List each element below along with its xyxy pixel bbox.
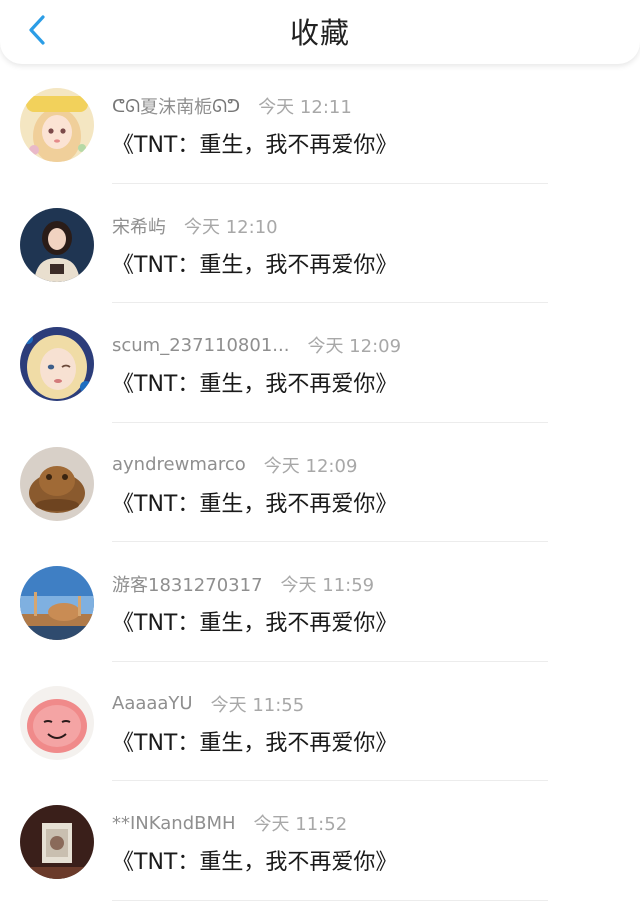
avatar[interactable] (20, 207, 94, 282)
avatar[interactable] (20, 685, 94, 760)
timestamp: 今天 12:09 (263, 455, 358, 477)
avatar[interactable] (20, 805, 94, 879)
favorites-list: ᕦᘏ 夏沫南栀 ᘏᕤ 今天 12:11 《TNT：重生，我不再爱你》 宋希屿 今… (0, 64, 640, 901)
avatar[interactable] (20, 566, 94, 640)
item-meta: AaaaaYU 今天 11:55 (112, 692, 304, 716)
username[interactable]: 宋希屿 (112, 213, 166, 239)
list-item[interactable]: AaaaaYU 今天 11:55 《TNT：重生，我不再爱你》 (0, 662, 640, 781)
list-item[interactable]: ayndrewmarco 今天 12:09 《TNT：重生，我不再爱你》 (0, 423, 640, 542)
username[interactable]: 游客1831270317 (112, 571, 263, 597)
favorite-title[interactable]: 《TNT：重生，我不再爱你》 (112, 725, 397, 757)
username[interactable]: **INKandBMH (112, 813, 236, 834)
item-meta: **INKandBMH 今天 11:52 (112, 811, 348, 836)
avatar[interactable] (20, 327, 94, 401)
list-item[interactable]: 游客1831270317 今天 11:59 《TNT：重生，我不再爱你》 (0, 542, 640, 662)
timestamp: 今天 11:52 (253, 814, 348, 835)
item-meta: 宋希屿 今天 12:10 (112, 214, 278, 238)
favorite-title[interactable]: 《TNT：重生，我不再爱你》 (112, 247, 397, 279)
list-item[interactable]: **INKandBMH 今天 11:52 《TNT：重生，我不再爱你》 (0, 781, 640, 901)
divider (112, 899, 548, 901)
username[interactable]: scum_237110801... (112, 335, 289, 356)
list-item[interactable]: ᕦᘏ 夏沫南栀 ᘏᕤ 今天 12:11 《TNT：重生，我不再爱你》 (0, 64, 640, 184)
list-item[interactable]: scum_237110801... 今天 12:09 《TNT：重生，我不再爱你… (0, 303, 640, 423)
timestamp: 今天 12:09 (307, 336, 402, 357)
timestamp: 今天 12:10 (184, 216, 278, 238)
item-meta: 游客1831270317 今天 11:59 (112, 572, 374, 596)
top-bar: 收藏 (0, 0, 640, 64)
timestamp: 今天 11:59 (280, 575, 375, 596)
username[interactable]: AaaaaYU (112, 693, 193, 714)
name-decoration: ᕦᘏ (112, 95, 141, 117)
avatar[interactable] (20, 446, 94, 521)
timestamp: 今天 12:11 (258, 97, 352, 118)
name-decoration: ᘏᕤ (212, 95, 241, 117)
username[interactable]: ayndrewmarco (112, 454, 246, 475)
favorite-title[interactable]: 《TNT：重生，我不再爱你》 (112, 844, 397, 876)
favorite-title[interactable]: 《TNT：重生，我不再爱你》 (112, 366, 397, 398)
list-item[interactable]: 宋希屿 今天 12:10 《TNT：重生，我不再爱你》 (0, 184, 640, 303)
timestamp: 今天 11:55 (210, 694, 305, 716)
item-meta: ᕦᘏ 夏沫南栀 ᘏᕤ 今天 12:11 (112, 93, 352, 119)
favorite-title[interactable]: 《TNT：重生，我不再爱你》 (112, 486, 397, 518)
page-title: 收藏 (289, 16, 350, 50)
item-meta: ayndrewmarco 今天 12:09 (112, 453, 357, 477)
favorite-title[interactable]: 《TNT：重生，我不再爱你》 (112, 127, 397, 159)
favorite-title[interactable]: 《TNT：重生，我不再爱你》 (112, 605, 397, 637)
username[interactable]: 夏沫南栀 (140, 93, 212, 119)
avatar[interactable] (20, 88, 94, 162)
item-meta: scum_237110801... 今天 12:09 (112, 333, 402, 358)
